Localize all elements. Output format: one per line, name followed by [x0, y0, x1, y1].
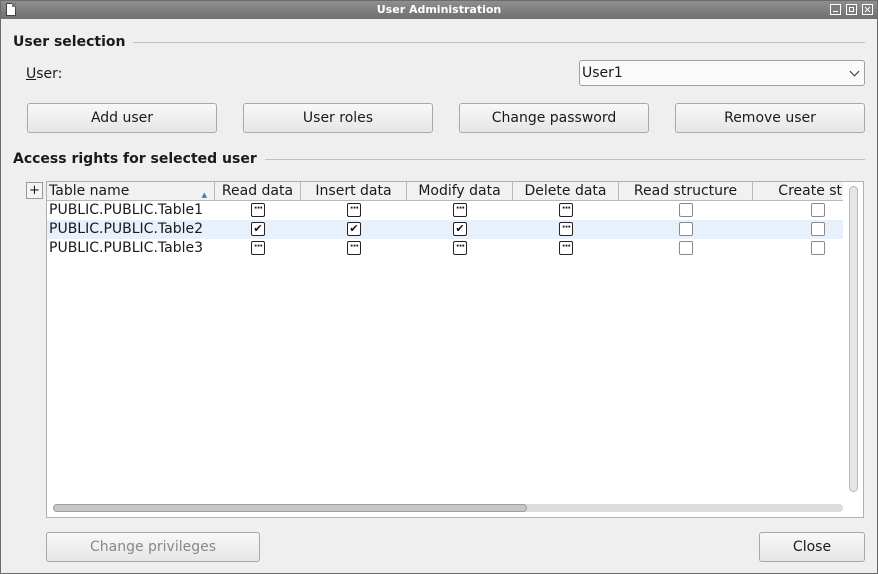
privilege-checkbox[interactable]: [347, 241, 361, 255]
privilege-checkbox[interactable]: ✔: [347, 222, 361, 236]
column-header-3[interactable]: Insert data: [301, 182, 407, 201]
privilege-checkbox[interactable]: [453, 203, 467, 217]
sort-ascending-icon: ▲: [201, 191, 207, 199]
remove-user-button[interactable]: Remove user: [675, 103, 865, 133]
maximize-icon[interactable]: [846, 4, 857, 15]
column-header-5[interactable]: Delete data: [513, 182, 619, 201]
user-selection-rule: [15, 42, 865, 43]
column-header-4[interactable]: Modify data: [407, 182, 513, 201]
column-header-label: Delete data: [524, 183, 607, 199]
column-header-label: Read data: [221, 183, 294, 199]
privilege-checkbox[interactable]: [251, 241, 265, 255]
table-row[interactable]: PUBLIC.PUBLIC.Table1: [47, 201, 843, 220]
vertical-scrollbar[interactable]: [849, 186, 858, 492]
user-selection-heading: User selection: [13, 34, 134, 50]
privilege-checkbox[interactable]: ✔: [453, 222, 467, 236]
user-select-value: User1: [582, 65, 623, 81]
close-label: Close: [792, 539, 832, 555]
user-label-text: ser:: [36, 66, 63, 82]
column-header-label: Insert data: [315, 183, 392, 199]
user-administration-dialog: User Administration User selection User:…: [0, 0, 878, 574]
change-password-label: Change password: [491, 110, 617, 126]
privilege-checkbox[interactable]: [559, 222, 573, 236]
table-name-cell: PUBLIC.PUBLIC.Table3: [49, 240, 204, 256]
privilege-checkbox[interactable]: [559, 203, 573, 217]
column-header-7[interactable]: Create stru: [753, 182, 843, 201]
privilege-checkbox[interactable]: [559, 241, 573, 255]
column-header-label: Modify data: [418, 183, 501, 199]
privilege-checkbox[interactable]: [251, 203, 265, 217]
table-row[interactable]: PUBLIC.PUBLIC.Table2 ✔ ✔ ✔: [47, 220, 843, 239]
access-rights-heading: Access rights for selected user: [13, 151, 265, 167]
change-privileges-button[interactable]: Change privileges: [46, 532, 260, 562]
change-password-button[interactable]: Change password: [459, 103, 649, 133]
privilege-checkbox[interactable]: [679, 203, 693, 217]
user-select[interactable]: User1: [579, 60, 865, 86]
table-name-cell: PUBLIC.PUBLIC.Table1: [49, 202, 204, 218]
access-rights-table: Table name ▲ Read data Insert data Modify da…: [47, 182, 843, 494]
column-header-label: Table name: [49, 183, 130, 199]
column-header-2[interactable]: Read data: [215, 182, 301, 201]
user-roles-label: User roles: [302, 110, 374, 126]
user-roles-button[interactable]: User roles: [243, 103, 433, 133]
privilege-checkbox[interactable]: ✔: [251, 222, 265, 236]
privilege-checkbox[interactable]: [811, 241, 825, 255]
column-header-label: Read structure: [633, 183, 738, 199]
add-user-label: Add user: [90, 110, 154, 126]
title-bar: User Administration: [1, 1, 877, 19]
privilege-checkbox[interactable]: [453, 241, 467, 255]
privilege-checkbox[interactable]: [347, 203, 361, 217]
privilege-checkbox[interactable]: [811, 203, 825, 217]
table-row[interactable]: PUBLIC.PUBLIC.Table3: [47, 239, 843, 258]
chevron-down-icon: [849, 66, 860, 77]
privilege-checkbox[interactable]: [811, 222, 825, 236]
change-privileges-label: Change privileges: [89, 539, 217, 555]
close-icon[interactable]: [862, 4, 873, 15]
column-header-6[interactable]: Read structure: [619, 182, 753, 201]
privilege-checkbox[interactable]: [679, 222, 693, 236]
column-header-label: Create stru: [778, 183, 843, 199]
column-header-1[interactable]: Table name ▲: [47, 182, 215, 201]
privilege-checkbox[interactable]: [679, 241, 693, 255]
table-name-cell: PUBLIC.PUBLIC.Table2: [49, 221, 204, 237]
minimize-icon[interactable]: [830, 4, 841, 15]
expand-plus-button[interactable]: +: [26, 182, 43, 199]
horizontal-scrollbar-thumb[interactable]: [53, 504, 527, 512]
add-user-button[interactable]: Add user: [27, 103, 217, 133]
remove-user-label: Remove user: [724, 110, 816, 126]
window-title: User Administration: [376, 3, 502, 16]
user-label: User:: [26, 66, 63, 82]
close-button[interactable]: Close: [759, 532, 865, 562]
